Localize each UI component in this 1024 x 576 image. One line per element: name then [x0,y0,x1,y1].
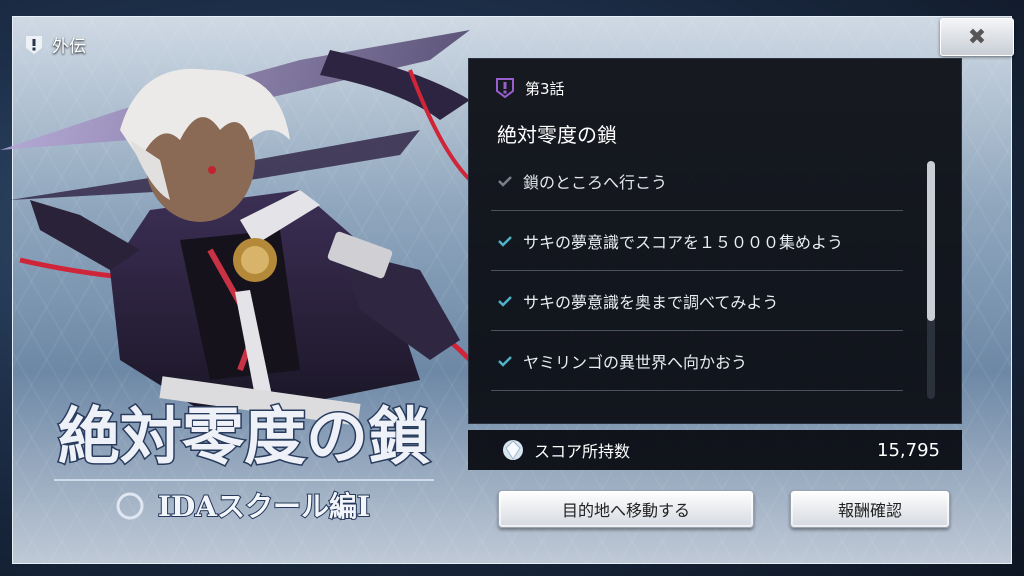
objective-text: サキの夢意識を奥まで調べてみよう [523,292,779,312]
game-screen: 絶対零度の鎖 IDAスクール編Ⅰ 外伝 ✖ 第3話 絶対零度の鎖 鎖のところへ行… [0,0,1024,576]
list-item: 鎖のところへ行こう [491,151,903,211]
objective-text: 鎖のところへ行こう [523,172,668,192]
move-button-label: 目的地へ移動する [561,501,690,520]
check-icon [498,235,512,247]
rewards-button-label: 報酬確認 [837,501,902,520]
score-value: 15,795 [877,439,940,461]
objective-text: サキの夢意識でスコアを１５０００集めよう [523,232,844,252]
close-button[interactable]: ✖ [940,18,1014,56]
list-item: ヤミリンゴの異世界へ向かおう [491,331,903,391]
crystal-icon [503,440,523,460]
check-icon [498,295,512,307]
logo-title: 絶対零度の鎖 [58,400,430,473]
side-story-label: 外伝 [52,37,86,57]
chapter-label: 第3話 [525,79,565,98]
quest-panel: 第3話 絶対零度の鎖 鎖のところへ行こう サキの夢意識でスコアを１５０００集めよ… [468,58,962,424]
score-bar: スコア所持数 15,795 [468,430,962,470]
objective-text: ヤミリンゴの異世界へ向かおう [523,352,748,372]
close-icon: ✖ [967,24,987,50]
scrollbar[interactable] [927,161,935,399]
score-label: スコア所持数 [534,442,631,461]
chapter-header: 第3話 [495,77,565,99]
objective-list[interactable]: 鎖のところへ行こう サキの夢意識でスコアを１５０００集めよう サキの夢意識を奥ま… [491,151,903,391]
list-item: サキの夢意識を奥まで調べてみよう [491,271,903,331]
check-rewards-button[interactable]: 報酬確認 [790,490,950,528]
check-icon [498,175,512,187]
shield-exclamation-icon [496,78,514,99]
move-to-destination-button[interactable]: 目的地へ移動する [498,490,754,528]
scrollbar-thumb[interactable] [927,161,935,321]
side-story-tab: 外伝 [24,32,86,57]
logo-subtitle: IDAスクール編Ⅰ [158,490,370,523]
shield-exclamation-icon [26,35,42,54]
school-emblem-icon [116,492,144,520]
check-icon [498,355,512,367]
list-item: サキの夢意識でスコアを１５０００集めよう [491,211,903,271]
quest-title: 絶対零度の鎖 [497,123,617,147]
story-logo: 絶対零度の鎖 IDAスクール編Ⅰ [54,399,434,524]
